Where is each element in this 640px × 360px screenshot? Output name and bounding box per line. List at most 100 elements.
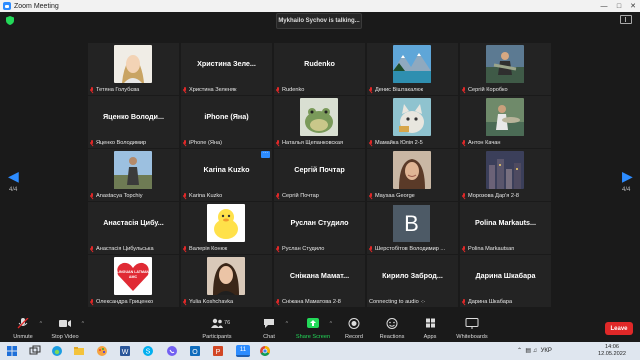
participant-tile[interactable]: LINGUAN LATMAN AMC Олександра Гриценко <box>88 255 179 307</box>
tray-arrow-icon[interactable]: ⌃ <box>517 348 522 354</box>
participant-tile[interactable]: Дарина Шкабара Дарина Шкабара <box>460 255 551 307</box>
smiley-icon <box>386 318 398 329</box>
chat-options-caret-icon[interactable]: ^ <box>286 321 288 327</box>
share-options-caret-icon[interactable]: ^ <box>330 321 332 327</box>
taskbar-clock[interactable]: 14:06 12.05.2022 <box>598 344 626 358</box>
participant-label: Денис Віштакалюк <box>369 86 456 94</box>
participant-label: Polina Markautsan <box>462 245 549 253</box>
whiteboards-button[interactable]: Whiteboards <box>451 318 493 342</box>
participant-tile[interactable]: iPhone (Яна) iPhone (Яна) <box>181 96 272 148</box>
leave-label: Leave <box>610 325 628 332</box>
outlook-app-icon[interactable]: O <box>189 345 201 357</box>
next-page-arrow-icon[interactable]: ▶ <box>622 168 633 185</box>
participant-tile[interactable]: Яценко Володи... Яценко Володимир <box>88 96 179 148</box>
participant-tile[interactable]: Сергій Коробко <box>460 43 551 95</box>
language-indicator[interactable]: УКР <box>541 348 552 354</box>
participant-tile[interactable]: Денис Віштакалюк <box>367 43 458 95</box>
participant-tile[interactable]: Анастасія Цибу... Анастасія Цибульська <box>88 202 179 254</box>
system-tray[interactable]: ⌃ ▤ ♫ УКР <box>517 347 552 354</box>
skype-app-icon[interactable]: S <box>142 345 154 357</box>
participant-display-name: Руслан Студило <box>290 218 349 227</box>
muted-mic-icon <box>183 87 187 93</box>
participant-photo <box>114 151 152 189</box>
apps-button[interactable]: Apps <box>409 318 451 342</box>
more-options-icon[interactable]: ··· <box>261 151 270 158</box>
participant-name-label: Олександра Гриценко <box>96 299 154 305</box>
unmute-button[interactable]: ^ Unmute <box>2 317 44 342</box>
participant-tile[interactable]: Сергій Почтар Сергій Почтар <box>274 149 365 201</box>
participant-tile[interactable]: Христина Зеле... Христина Зеленяк <box>181 43 272 95</box>
edge-browser-icon[interactable] <box>51 345 63 357</box>
prev-page-arrow-icon[interactable]: ◀ <box>8 168 19 185</box>
file-explorer-icon[interactable] <box>73 345 85 357</box>
share-screen-button[interactable]: ^ Share Screen <box>292 318 334 342</box>
participant-tile[interactable]: Валерія Конюк <box>181 202 272 254</box>
viber-app-icon[interactable] <box>166 345 178 357</box>
muted-mic-icon <box>183 246 187 252</box>
whiteboard-icon <box>465 318 479 329</box>
logo-text: LINGUAN LATMAN AMC <box>116 270 150 279</box>
participant-tile[interactable]: Мамайка Юлія 2-5 <box>367 96 458 148</box>
participant-tile[interactable]: Yulia Koshchavka <box>181 255 272 307</box>
reactions-button[interactable]: Reactions <box>371 318 413 342</box>
chat-button[interactable]: ^ Chat <box>248 318 290 342</box>
participant-label: Яценко Володимир <box>90 139 177 147</box>
participant-display-name: Сніжана Мамат... <box>289 271 350 280</box>
muted-mic-icon <box>276 299 280 305</box>
zoom-taskbar-icon[interactable]: 11 <box>236 345 250 357</box>
video-options-caret-icon[interactable]: ^ <box>82 321 84 327</box>
participants-count: 76 <box>224 320 231 326</box>
view-layout-button[interactable] <box>620 15 632 24</box>
network-icon[interactable]: ▤ <box>525 348 531 354</box>
svg-text:O: O <box>192 349 198 356</box>
whiteboards-label: Whiteboards <box>456 334 488 340</box>
muted-mic-icon <box>183 299 187 305</box>
participant-tile[interactable]: Сніжана Мамат... Сніжана Маматова 2-8 <box>274 255 365 307</box>
leave-button[interactable]: Leave <box>605 322 633 335</box>
participant-name-label: Антон Качан <box>468 140 501 146</box>
participant-tile[interactable]: Кирило Заброд... Connecting to audio ·:· <box>367 255 458 307</box>
participants-button[interactable]: 76 Participants <box>196 318 238 342</box>
participant-name-label: Сергій Коробко <box>468 87 508 93</box>
security-shield-icon[interactable] <box>6 16 14 25</box>
participant-tile[interactable]: Karina Kuzko ··· Karina Kuzko <box>181 149 272 201</box>
muted-mic-icon <box>183 140 187 146</box>
paint-app-icon[interactable] <box>96 345 108 357</box>
task-view-icon[interactable] <box>29 345 41 357</box>
powerpoint-app-icon[interactable]: P <box>212 345 224 357</box>
muted-mic-icon <box>17 317 29 329</box>
participant-name-label: Денис Віштакалюк <box>375 87 424 93</box>
participants-label: Participants <box>202 334 232 340</box>
participant-label: Шерстобітов Володимир ... <box>369 245 456 253</box>
unmute-options-caret-icon[interactable]: ^ <box>40 321 42 327</box>
close-window-button[interactable]: ✕ <box>625 0 640 12</box>
participant-name-label: Дарина Шкабара <box>468 299 513 305</box>
participant-tile[interactable]: Тетяна Голубєва <box>88 43 179 95</box>
participant-tile[interactable]: Polina Markauts... Polina Markautsan <box>460 202 551 254</box>
muted-mic-icon <box>369 246 373 252</box>
participant-name-label: Connecting to audio ·:· <box>369 299 426 305</box>
participant-label: Антон Качан <box>462 139 549 147</box>
participant-tile[interactable]: B Шерстобітов Володимир ... <box>367 202 458 254</box>
participant-tile[interactable]: Anastacya Topchiy <box>88 149 179 201</box>
muted-mic-icon <box>462 246 466 252</box>
stop-video-button[interactable]: ^ Stop Video <box>44 318 86 342</box>
minimize-button[interactable]: — <box>596 0 612 12</box>
participant-tile[interactable]: Maysaa George <box>367 149 458 201</box>
participant-label: Anastacya Topchiy <box>90 192 177 200</box>
participant-tile[interactable]: Руслан Студило Руслан Студило <box>274 202 365 254</box>
participants-icon <box>211 318 223 328</box>
participant-tile[interactable]: Морозова Дар'я 2-8 <box>460 149 551 201</box>
record-button[interactable]: Record <box>333 318 375 342</box>
participant-tile[interactable]: Rudenko Rudenko <box>274 43 365 95</box>
participant-display-name: iPhone (Яна) <box>204 112 249 121</box>
participant-tile[interactable]: Наталья Щепанковская <box>274 96 365 148</box>
participant-label: Сергій Почтар <box>276 192 363 200</box>
volume-icon[interactable]: ♫ <box>533 348 538 354</box>
participant-label: Yulia Koshchavka <box>183 298 270 306</box>
windows-start-icon[interactable] <box>6 345 18 357</box>
participant-tile[interactable]: Антон Качан <box>460 96 551 148</box>
word-app-icon[interactable]: W <box>119 345 131 357</box>
chrome-app-icon[interactable] <box>259 345 271 357</box>
muted-mic-icon <box>276 246 280 252</box>
